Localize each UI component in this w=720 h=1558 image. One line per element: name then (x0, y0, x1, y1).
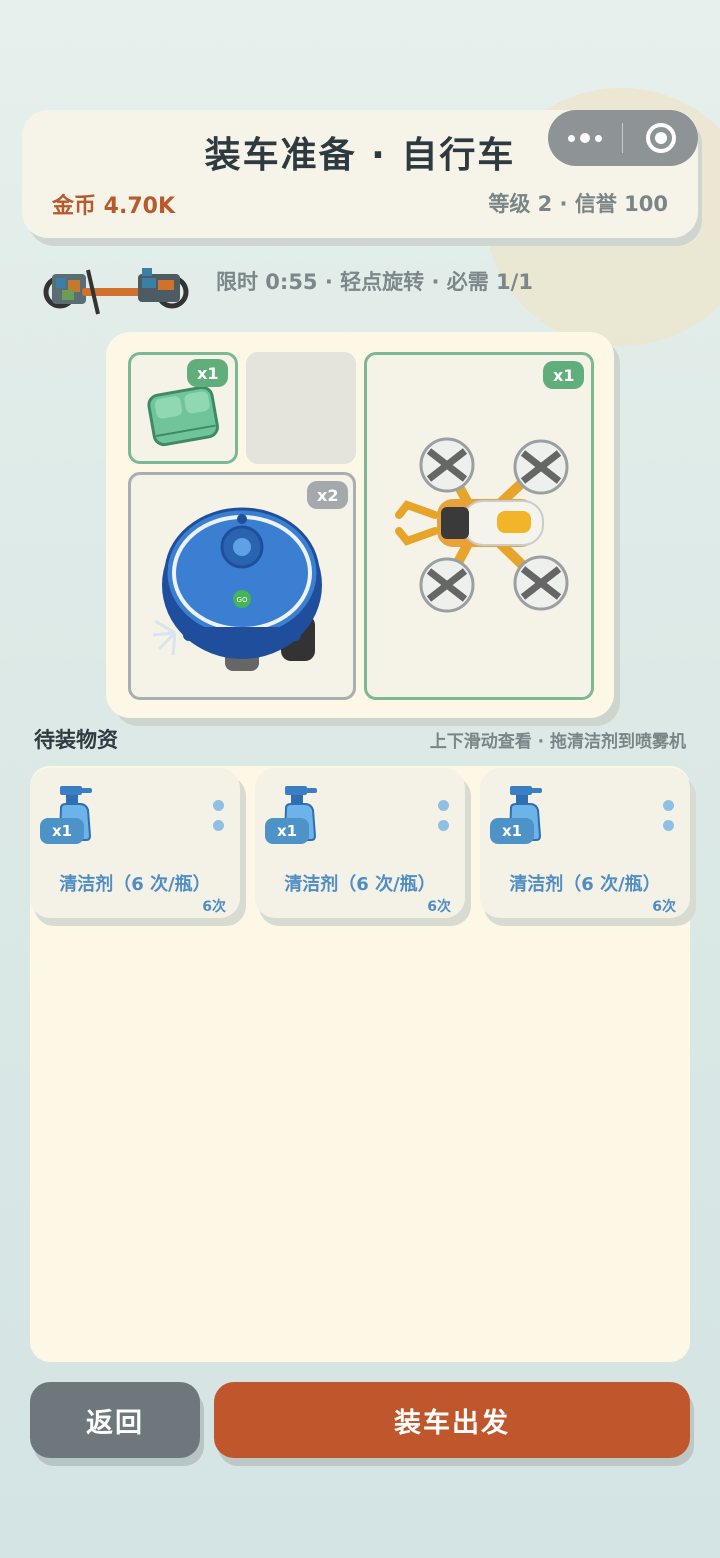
cargo-slot-robot-vacuum[interactable]: GO x2 (128, 472, 356, 700)
drone-icon (395, 437, 569, 613)
cargo-slot-empty[interactable] (246, 352, 356, 464)
drag-handle-icon[interactable] (213, 800, 224, 831)
drag-handle-icon[interactable] (438, 800, 449, 831)
bicycle-icon (43, 268, 189, 315)
supply-card[interactable]: x1 清洁剂（6 次/瓶） 6次 (480, 768, 690, 918)
supply-card[interactable]: x1 清洁剂（6 次/瓶） 6次 (30, 768, 240, 918)
item-name: 清洁剂（6 次/瓶） (284, 874, 436, 895)
supply-card[interactable]: x1 清洁剂（6 次/瓶） 6次 (255, 768, 465, 918)
item-name: 清洁剂（6 次/瓶） (509, 874, 661, 895)
more-dots-icon[interactable] (548, 110, 622, 166)
target-icon[interactable] (623, 123, 698, 153)
svg-text:GO: GO (237, 596, 248, 604)
item-uses: 6次 (202, 899, 226, 915)
item-count-badge: x1 (490, 818, 534, 844)
slot-badge: x2 (307, 481, 349, 509)
cargo-slot-towel[interactable]: x1 (128, 352, 238, 464)
item-uses: 6次 (652, 899, 676, 915)
level-reputation: 等级 2 · 信誉 100 (488, 192, 668, 216)
item-count-badge: x1 (265, 818, 309, 844)
slot-badge: x1 (543, 361, 585, 389)
depart-button[interactable]: 装车出发 (214, 1382, 690, 1458)
supplies-hint: 上下滑动查看 · 拖清洁剂到喷雾机 (429, 732, 686, 752)
back-button[interactable]: 返回 (30, 1382, 200, 1458)
supplies-title: 待装物资 (34, 728, 118, 752)
coin-balance: 金币 4.70K (52, 194, 175, 219)
cargo-slot-drone[interactable]: x1 (364, 352, 594, 700)
item-uses: 6次 (427, 899, 451, 915)
slot-badge: x1 (187, 359, 229, 387)
item-name: 清洁剂（6 次/瓶） (59, 874, 211, 895)
mini-program-capsule (548, 110, 698, 166)
item-count-badge: x1 (40, 818, 84, 844)
status-info: 限时 0:55 · 轻点旋转 · 必需 1/1 (216, 270, 533, 294)
drag-handle-icon[interactable] (663, 800, 674, 831)
